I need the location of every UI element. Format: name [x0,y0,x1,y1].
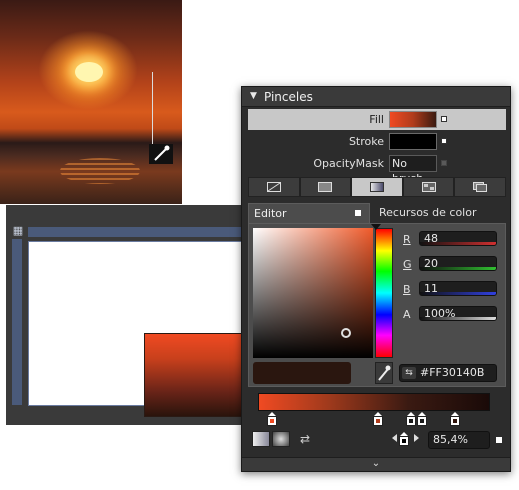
channel-label-a: A [403,308,411,321]
channel-bar-g [420,267,496,270]
editor-options-marker[interactable] [355,210,361,216]
current-stop-indicator [399,432,409,446]
tile-brush-tab[interactable] [402,177,455,197]
tab-color-resources-label: Recursos de color [379,206,477,219]
solid-brush-icon [318,182,333,192]
brush-row-fill[interactable]: Fill [248,109,506,130]
hex-color-value: #FF30140B [420,366,485,379]
tab-editor[interactable]: Editor [248,203,370,223]
gradient-stop-offset-input[interactable]: 85,4% [428,431,490,449]
opacitymask-swatch[interactable]: No brush [389,155,437,185]
gradient-stop[interactable] [267,412,277,426]
artboard[interactable] [28,241,246,417]
tile-brush-icon [421,182,436,192]
linear-gradient-button[interactable] [252,431,270,447]
gradient-rectangle[interactable] [144,333,244,417]
hex-color-input[interactable]: ⇆ #FF30140B [399,364,497,382]
color-picker-handle[interactable] [341,328,351,338]
sun [75,62,103,82]
brush-label-opacitymask: OpacityMask [313,157,384,170]
tab-color-resources[interactable]: Recursos de color [374,203,506,223]
brush-label-stroke: Stroke [348,135,384,148]
tab-editor-label: Editor [254,207,287,220]
channel-bar-b [420,292,496,295]
gradient-stop[interactable] [417,412,427,426]
eyedropper-icon [378,365,391,381]
resource-brush-tab[interactable] [454,177,506,197]
channel-label-b: B [403,283,411,296]
collapse-arrow-icon[interactable]: ▼ [250,91,257,101]
grid-icon[interactable]: ▦ [12,225,24,237]
color-editor: R 48 G 20 B 11 A 100% ⇆ #FF30140B [248,223,506,387]
vertical-ruler [12,239,22,405]
no-brush-icon [266,182,281,192]
panel-header[interactable]: ▼ Pinceles [242,87,510,107]
channel-bar-r [420,242,496,245]
channel-label-g: G [403,258,412,271]
stroke-swatch[interactable] [389,133,437,150]
eyedropper-cursor-icon [149,144,173,164]
sunset-photo [0,0,182,204]
solid-brush-tab[interactable] [299,177,352,197]
advanced-options-marker[interactable] [441,138,447,144]
no-brush-tab[interactable] [248,177,300,197]
gradient-stop[interactable] [406,412,416,426]
gradient-brush-tab[interactable] [351,177,403,197]
radial-gradient-button[interactable] [272,431,290,447]
channel-input-b[interactable]: 11 [419,281,497,296]
channel-input-g[interactable]: 20 [419,256,497,271]
horizontal-ruler [28,227,246,237]
channel-bar-a [420,317,496,320]
brush-row-opacitymask[interactable]: OpacityMask No brush [248,153,506,185]
panel-title: Pinceles [264,90,313,104]
gradient-options-row: ⇄ 85,4% [248,429,506,451]
advanced-options-marker[interactable] [441,160,447,166]
panel-expand-footer[interactable]: ⌄ [242,457,510,471]
brushes-panel: ▼ Pinceles Fill Stroke OpacityMask No br… [241,86,511,472]
water-reflection [60,158,140,184]
hue-slider-marker[interactable] [371,224,381,230]
gradient-stop[interactable] [373,412,383,426]
eyedropper-button[interactable] [375,362,393,384]
gradient-brush-icon [369,182,384,192]
brush-label-fill: Fill [369,113,384,126]
saturation-value-field[interactable] [253,228,373,358]
editor-subtabs: Editor Recursos de color [248,203,506,223]
gradient-stop-selected[interactable] [450,412,460,426]
hue-slider[interactable] [375,228,393,358]
gradient-bar[interactable] [258,393,490,411]
resource-brush-icon [473,182,488,192]
channel-label-r: R [403,233,411,246]
brush-type-tabs [248,177,506,197]
previous-stop-arrow-icon[interactable] [392,434,397,442]
color-space-toggle-icon[interactable]: ⇆ [402,367,416,379]
expand-chevron-icon[interactable]: ⌄ [372,458,380,469]
selected-color-preview [253,362,351,384]
design-surface[interactable]: ▦ [6,205,246,425]
brush-row-stroke[interactable]: Stroke [248,131,506,152]
offset-options-marker[interactable] [496,437,502,443]
reverse-gradient-icon[interactable]: ⇄ [296,431,314,447]
channel-input-a[interactable]: 100% [419,306,497,321]
fill-swatch[interactable] [389,111,437,128]
advanced-options-marker[interactable] [441,116,447,122]
next-stop-arrow-icon[interactable] [414,434,419,442]
channel-input-r[interactable]: 48 [419,231,497,246]
